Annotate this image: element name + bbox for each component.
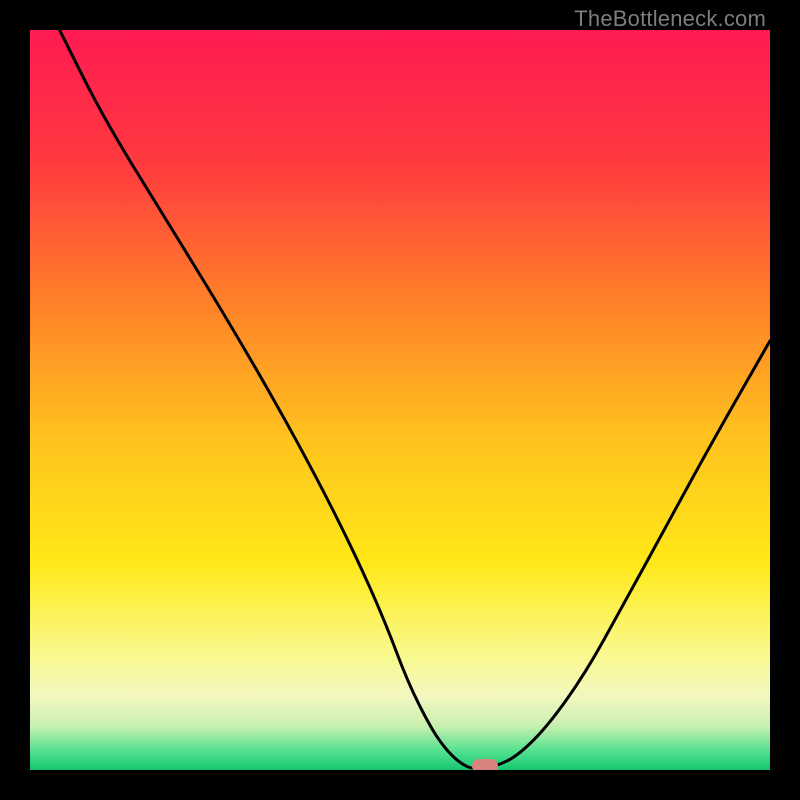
optimal-marker	[472, 759, 498, 770]
watermark-text: TheBottleneck.com	[574, 6, 766, 32]
plot-area	[30, 30, 770, 770]
bottleneck-curve	[60, 30, 770, 769]
chart-frame: TheBottleneck.com	[0, 0, 800, 800]
curve-layer	[30, 30, 770, 770]
